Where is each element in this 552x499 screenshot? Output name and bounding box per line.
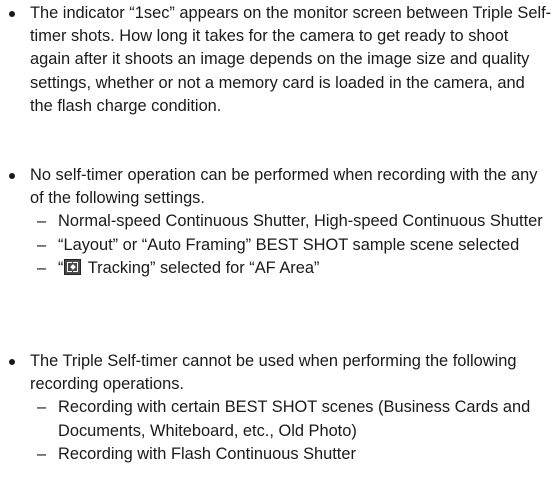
list-item-text: The indicator “1sec” appears on the moni… [30,4,552,115]
dash-marker: – [37,235,47,254]
document-page: The indicator “1sec” appears on the moni… [0,0,552,499]
list-item-text: No self-timer operation can be performed… [30,166,538,208]
sub-list-item: – “Layout” or “Auto Framing” BEST SHOT s… [30,234,552,257]
sub-list-item-text: Normal-speed Continuous Shutter, High-sp… [58,212,543,231]
sub-list-item: – Recording with Flash Continuous Shutte… [30,443,552,466]
list-item-no-self-timer: No self-timer operation can be performed… [0,164,552,280]
dash-marker: – [37,258,47,277]
sub-list-item-text: Recording with Flash Continuous Shutter [58,444,356,463]
list-item-text: The Triple Self-timer cannot be used whe… [30,352,517,394]
sub-list-item: – “ Tracking” selected for “AF Area” [30,257,552,280]
bullet-icon [9,11,15,17]
bullet-icon [9,359,15,365]
sub-list-item-text: “Layout” or “Auto Framing” BEST SHOT sam… [58,235,520,254]
list-item-triple-self-timer: The Triple Self-timer cannot be used whe… [0,350,552,466]
sub-list-item-text-after-icon: Tracking” selected for “AF Area” [83,258,320,277]
af-tracking-icon [64,258,82,275]
sub-list-item: – Recording with certain BEST SHOT scene… [30,396,552,442]
sub-list-item: – Normal-speed Continuous Shutter, High-… [30,210,552,233]
sub-list: – Normal-speed Continuous Shutter, High-… [30,210,552,280]
list-item-indicator-note: The indicator “1sec” appears on the moni… [0,2,552,118]
dash-marker: – [37,212,47,231]
dash-marker: – [37,444,47,463]
sub-list-item-text-before-icon: “ [58,258,64,277]
dash-marker: – [37,398,47,417]
sub-list-item-text: Recording with certain BEST SHOT scenes … [58,398,531,440]
sub-list: – Recording with certain BEST SHOT scene… [30,396,552,466]
bullet-icon [9,173,15,179]
